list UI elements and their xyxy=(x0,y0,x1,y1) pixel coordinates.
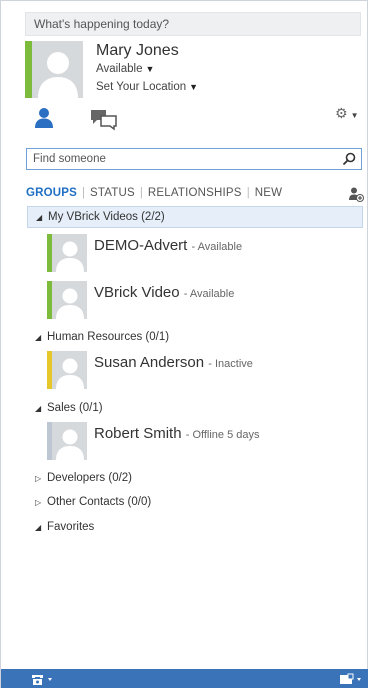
contact-list-item[interactable]: VBrick Video - Available xyxy=(94,284,234,301)
group-label: Other Contacts (0/0) xyxy=(47,496,152,508)
collapse-triangle-icon: ◢ xyxy=(36,213,43,222)
group-header-human-resources[interactable]: ◢ Human Resources (0/1) xyxy=(27,326,363,348)
group-header-developers[interactable]: ▷ Developers (0/2) xyxy=(27,467,363,489)
group-header-sales[interactable]: ◢ Sales (0/1) xyxy=(27,397,363,419)
search-field[interactable] xyxy=(26,148,362,170)
profile-name[interactable]: Mary Jones xyxy=(96,42,179,60)
location-dropdown[interactable]: Set Your Location ▼ xyxy=(96,81,198,93)
presence-status-label: Available xyxy=(96,63,143,75)
phone-icon xyxy=(32,675,52,685)
contact-list-item[interactable]: Susan Anderson - Inactive xyxy=(94,354,253,371)
contact-name: Susan Anderson xyxy=(94,354,205,371)
group-header-other-contacts[interactable]: ▷ Other Contacts (0/0) xyxy=(27,491,363,513)
contact-avatar[interactable] xyxy=(47,281,87,319)
person-placeholder-icon xyxy=(52,422,87,460)
expand-triangle-icon: ▷ xyxy=(35,474,42,483)
chevron-down-icon: ▼ xyxy=(189,82,199,92)
expand-triangle-icon: ▷ xyxy=(35,498,42,507)
tab-separator: | xyxy=(139,187,143,199)
group-label: Human Resources (0/1) xyxy=(47,331,170,343)
chevron-down-icon: ▼ xyxy=(145,64,155,74)
contact-list-item[interactable]: DEMO-Advert - Available xyxy=(94,237,242,254)
add-contact-button[interactable] xyxy=(348,186,364,202)
profile-avatar[interactable] xyxy=(25,41,83,98)
tab-groups[interactable]: GROUPS xyxy=(26,187,77,199)
location-label: Set Your Location xyxy=(96,81,187,93)
tab-relationships[interactable]: RELATIONSHIPS xyxy=(148,187,242,199)
contact-presence: - Available xyxy=(183,288,235,300)
group-header-favorites[interactable]: ◢ Favorites xyxy=(27,516,363,538)
contact-avatar[interactable] xyxy=(47,234,87,272)
menu-icon xyxy=(340,673,361,684)
person-placeholder-icon xyxy=(52,234,87,272)
tab-separator: | xyxy=(246,187,250,199)
add-contact-icon xyxy=(349,187,364,202)
contact-name: DEMO-Advert xyxy=(94,237,188,254)
group-label: Sales (0/1) xyxy=(47,402,103,414)
personal-note-field[interactable]: What's happening today? xyxy=(25,12,361,36)
chevron-down-icon: ▼ xyxy=(350,111,359,120)
tab-separator: | xyxy=(82,187,86,199)
menu-button[interactable] xyxy=(338,671,364,687)
contact-name: VBrick Video xyxy=(94,284,180,301)
contact-presence: - Offline 5 days xyxy=(185,429,260,441)
contact-avatar[interactable] xyxy=(47,422,87,460)
call-forwarding-button[interactable] xyxy=(29,671,55,687)
presence-status-dropdown[interactable]: Available ▼ xyxy=(96,63,154,75)
search-input[interactable] xyxy=(33,151,333,167)
collapse-triangle-icon: ◢ xyxy=(35,523,42,532)
person-placeholder-icon xyxy=(52,281,87,319)
conversations-tab[interactable] xyxy=(89,107,119,131)
collapse-triangle-icon: ◢ xyxy=(35,404,42,413)
group-label: Developers (0/2) xyxy=(47,472,133,484)
contact-list-item[interactable]: Robert Smith - Offline 5 days xyxy=(94,425,260,442)
contact-presence: - Inactive xyxy=(208,358,253,370)
group-label: Favorites xyxy=(47,521,95,533)
tab-status[interactable]: STATUS xyxy=(90,187,135,199)
contacts-tab[interactable] xyxy=(32,106,56,130)
group-label: My VBrick Videos (2/2) xyxy=(48,211,165,223)
contacts-icon xyxy=(35,108,53,128)
view-tabs: GROUPS | STATUS | RELATIONSHIPS | NEW xyxy=(26,187,282,203)
conversations-icon xyxy=(91,110,117,131)
search-icon[interactable] xyxy=(341,151,357,167)
options-button[interactable]: ⚙ ▼ xyxy=(335,105,363,121)
collapse-triangle-icon: ◢ xyxy=(35,333,42,342)
tab-new[interactable]: NEW xyxy=(255,187,282,199)
contact-avatar[interactable] xyxy=(47,351,87,389)
contact-presence: - Available xyxy=(191,241,243,253)
contact-name: Robert Smith xyxy=(94,425,182,442)
group-header-my-vbrick-videos[interactable]: ◢ My VBrick Videos (2/2) xyxy=(27,206,363,228)
person-placeholder-icon xyxy=(32,41,83,98)
gear-icon: ⚙ xyxy=(335,105,348,121)
person-placeholder-icon xyxy=(52,351,87,389)
lync-main-window: What's happening today? Mary Jones Avail… xyxy=(0,0,368,688)
bottom-toolbar xyxy=(1,669,368,688)
